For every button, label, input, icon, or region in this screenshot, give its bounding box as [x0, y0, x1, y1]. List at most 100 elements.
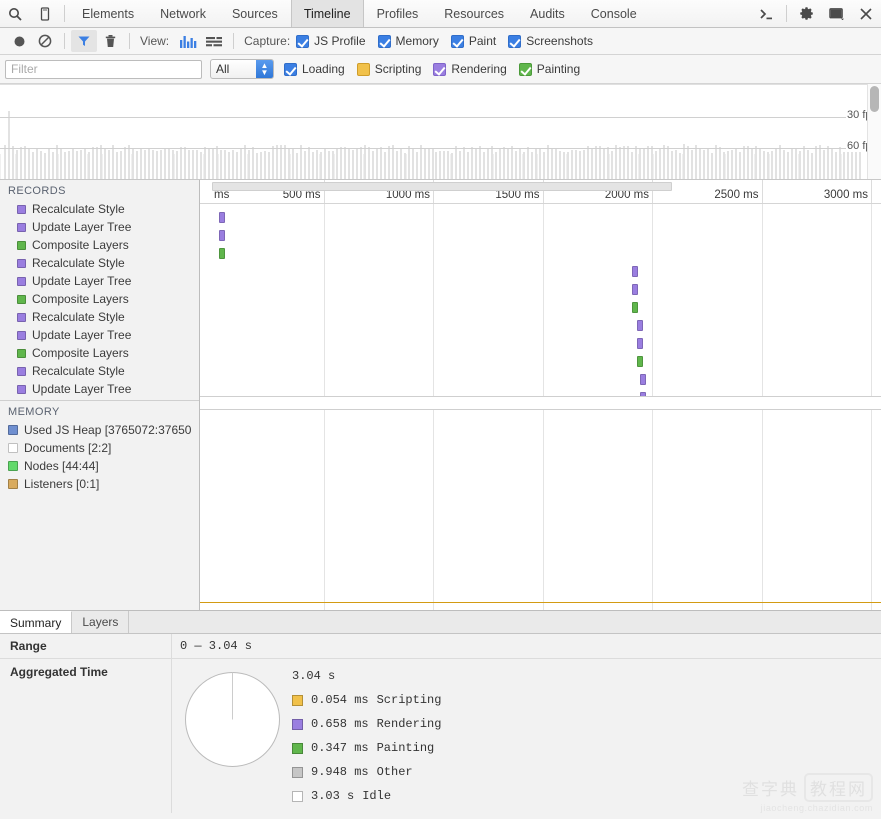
- filter-toggle-button[interactable]: [71, 30, 97, 52]
- timeline-horizontal-scrollbar[interactable]: [212, 182, 672, 191]
- capture-option-js-profile[interactable]: JS Profile: [296, 34, 366, 48]
- event-bar[interactable]: [637, 338, 643, 349]
- fps-bar: [179, 147, 182, 179]
- fps-bar: [187, 150, 190, 179]
- memory-legend-row[interactable]: Listeners [0:1]: [0, 475, 199, 493]
- close-icon[interactable]: [851, 0, 881, 27]
- gear-icon[interactable]: [791, 0, 821, 27]
- record-row[interactable]: Recalculate Style: [0, 362, 199, 380]
- timeline-overview[interactable]: 30 fps 60 fps: [0, 84, 881, 180]
- record-label: Composite Layers: [32, 238, 129, 252]
- category-scripting[interactable]: Scripting: [356, 62, 421, 76]
- capture-option-label: Memory: [395, 34, 439, 48]
- record-row[interactable]: Update Layer Tree: [0, 272, 199, 290]
- event-bar[interactable]: [640, 374, 646, 385]
- records-graph[interactable]: [200, 204, 881, 403]
- capture-option-screenshots[interactable]: Screenshots: [508, 34, 593, 48]
- fps-bar: [431, 147, 434, 179]
- event-bar[interactable]: [219, 212, 225, 223]
- chevron-updown-icon[interactable]: ▲ ▼: [256, 60, 273, 78]
- event-bar[interactable]: [219, 230, 225, 241]
- timeline-graph-pane[interactable]: 500 ms 1000 ms 1500 ms 2000 ms 2500 ms 3000 m…: [200, 180, 881, 610]
- record-button[interactable]: [6, 30, 32, 52]
- category-select[interactable]: All ▲ ▼: [210, 59, 274, 79]
- tab-summary[interactable]: Summary: [0, 611, 73, 633]
- fps-bar: [651, 145, 654, 179]
- tab-timeline[interactable]: Timeline: [290, 0, 364, 27]
- aggregated-time-content: 3.04 s 0.054 ms Scripting 0.658 ms Renderin…: [172, 659, 881, 813]
- tab-resources[interactable]: Resources: [431, 0, 517, 27]
- memory-legend-row[interactable]: Nodes [44:44]: [0, 457, 199, 475]
- view-mode-flame-icon[interactable]: [201, 30, 227, 52]
- fps-bar: [323, 148, 326, 179]
- capture-option-memory[interactable]: Memory: [377, 34, 439, 48]
- tab-elements[interactable]: Elements: [69, 0, 147, 27]
- memory-color-swatch: [8, 479, 18, 489]
- fps-bar: [671, 150, 674, 179]
- capture-option-paint[interactable]: Paint: [450, 34, 496, 48]
- pie-legend: 3.04 s 0.054 ms Scripting 0.658 ms Renderin…: [292, 665, 441, 813]
- category-painting[interactable]: Painting: [518, 62, 580, 76]
- event-bar[interactable]: [632, 284, 638, 295]
- checkbox-icon[interactable]: [433, 62, 447, 76]
- fps-bar: [19, 146, 22, 179]
- checkbox-icon[interactable]: [356, 62, 370, 76]
- console-drawer-icon[interactable]: [752, 0, 782, 27]
- tab-sources[interactable]: Sources: [219, 0, 291, 27]
- tab-layers[interactable]: Layers: [72, 611, 130, 633]
- memory-legend-label: Nodes [44:44]: [24, 459, 99, 473]
- record-row[interactable]: Update Layer Tree: [0, 218, 199, 236]
- clear-button[interactable]: [32, 30, 58, 52]
- checkbox-icon[interactable]: [508, 34, 522, 48]
- filter-input[interactable]: [5, 59, 202, 79]
- record-row[interactable]: Recalculate Style: [0, 308, 199, 326]
- timeline-ruler[interactable]: 500 ms 1000 ms 1500 ms 2000 ms 2500 ms 3000 m…: [200, 180, 881, 204]
- fps-bar: [379, 146, 382, 179]
- event-bar[interactable]: [637, 320, 643, 331]
- scrollbar-thumb[interactable]: [870, 86, 879, 112]
- memory-legend-row[interactable]: Documents [2:2]: [0, 439, 199, 457]
- event-bar[interactable]: [637, 356, 643, 367]
- record-row[interactable]: Composite Layers: [0, 236, 199, 254]
- record-row[interactable]: Recalculate Style: [0, 200, 199, 218]
- record-row[interactable]: Composite Layers: [0, 344, 199, 362]
- event-bar[interactable]: [632, 266, 638, 277]
- overview-vertical-scrollbar[interactable]: [867, 84, 881, 179]
- fps-bar: [519, 148, 522, 179]
- legend-color-swatch: [292, 766, 303, 778]
- fps-bar: [611, 150, 614, 179]
- record-row[interactable]: Update Layer Tree: [0, 380, 199, 398]
- record-row[interactable]: Update Layer Tree: [0, 326, 199, 344]
- event-bar[interactable]: [632, 302, 638, 313]
- memory-legend-row[interactable]: Used JS Heap [3765072:37650: [0, 421, 199, 439]
- fps-bar: [455, 145, 458, 179]
- fps-bar: [463, 146, 466, 179]
- dock-side-icon[interactable]: [821, 0, 851, 27]
- device-toolbar-icon[interactable]: [30, 0, 60, 27]
- trash-button[interactable]: [97, 30, 123, 52]
- memory-graph[interactable]: [200, 396, 881, 610]
- checkbox-icon[interactable]: [296, 34, 310, 48]
- checkbox-icon[interactable]: [284, 62, 297, 76]
- checkbox-icon[interactable]: [518, 62, 532, 76]
- record-row[interactable]: Composite Layers: [0, 290, 199, 308]
- category-loading[interactable]: Loading: [284, 62, 345, 76]
- category-rendering[interactable]: Rendering: [433, 62, 507, 76]
- fps-bar: [419, 145, 422, 179]
- fps-bar: [835, 151, 838, 179]
- fps-bar: [115, 151, 118, 179]
- gridline: [542, 410, 544, 610]
- record-row[interactable]: Recalculate Style: [0, 254, 199, 272]
- fps-bar: [499, 148, 502, 179]
- tab-network[interactable]: Network: [147, 0, 219, 27]
- fps-bar: [751, 147, 754, 179]
- checkbox-icon[interactable]: [450, 34, 464, 48]
- tab-audits[interactable]: Audits: [517, 0, 578, 27]
- fps-bar: [391, 145, 394, 179]
- tab-profiles[interactable]: Profiles: [364, 0, 432, 27]
- tab-console[interactable]: Console: [578, 0, 650, 27]
- view-mode-bars-icon[interactable]: [175, 30, 201, 52]
- event-bar[interactable]: [219, 248, 225, 259]
- search-icon[interactable]: [0, 0, 30, 27]
- checkbox-icon[interactable]: [377, 34, 391, 48]
